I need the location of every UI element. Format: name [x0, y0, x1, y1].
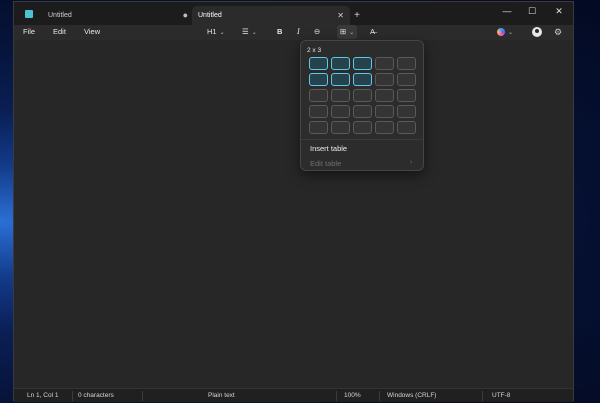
- table-grid-cell[interactable]: [375, 57, 394, 70]
- table-grid-cell[interactable]: [353, 121, 372, 134]
- text-format[interactable]: Plain text: [208, 389, 235, 402]
- table-grid-cell-selected[interactable]: [309, 57, 328, 70]
- settings-gear-icon[interactable]: ⚙: [554, 25, 562, 39]
- table-grid-cell-selected[interactable]: [309, 73, 328, 86]
- list-icon: ☰: [242, 27, 249, 36]
- list-dropdown[interactable]: ☰ ⌄: [242, 25, 257, 39]
- cursor-position: Ln 1, Col 1: [27, 392, 59, 399]
- insert-table-item[interactable]: Insert table: [310, 144, 347, 153]
- tab-label: Untitled: [198, 12, 222, 19]
- bold-button[interactable]: B: [277, 25, 282, 39]
- table-grid-cell[interactable]: [331, 89, 350, 102]
- account-icon[interactable]: [532, 27, 542, 37]
- character-count: 0 characters: [78, 392, 114, 399]
- heading-dropdown[interactable]: H1 ⌄: [207, 25, 225, 39]
- table-grid-cell[interactable]: [397, 57, 416, 70]
- tab-untitled-1[interactable]: Untitled ●: [38, 6, 188, 25]
- table-grid-cell[interactable]: [397, 89, 416, 102]
- status-separator: [379, 391, 380, 401]
- table-grid-cell[interactable]: [309, 105, 328, 118]
- close-window-button[interactable]: ✕: [549, 4, 569, 18]
- status-separator: [482, 391, 483, 401]
- link-icon[interactable]: ⊖: [314, 25, 320, 39]
- table-grid-cell[interactable]: [375, 105, 394, 118]
- notepad-window: Untitled ● Untitled ✕ + — ☐ ✕ File Edit …: [13, 1, 574, 402]
- text-editor-area[interactable]: [14, 40, 573, 388]
- italic-button[interactable]: I: [297, 25, 300, 39]
- status-separator: [72, 391, 73, 401]
- chevron-right-icon: ›: [410, 159, 413, 166]
- table-grid-cell[interactable]: [331, 105, 350, 118]
- table-size-grid: [307, 57, 419, 136]
- menu-view[interactable]: View: [84, 25, 100, 39]
- status-separator: [336, 391, 337, 401]
- minimize-button[interactable]: —: [497, 4, 517, 18]
- encoding[interactable]: UTF-8: [492, 389, 510, 402]
- clear-formatting-icon[interactable]: A̶: [370, 25, 375, 39]
- table-grid-cell[interactable]: [375, 73, 394, 86]
- table-grid-cell[interactable]: [375, 89, 394, 102]
- unsaved-dot-icon: ●: [182, 10, 188, 20]
- table-grid-cell[interactable]: [375, 121, 394, 134]
- chevron-down-icon: ⌄: [219, 30, 225, 36]
- table-dropdown[interactable]: ⊞ ⌄: [337, 25, 358, 39]
- table-grid-cell[interactable]: [397, 105, 416, 118]
- table-grid-cell[interactable]: [397, 73, 416, 86]
- table-grid-cell[interactable]: [309, 121, 328, 134]
- zoom-level[interactable]: 100%: [344, 389, 361, 402]
- line-ending[interactable]: Windows (CRLF): [387, 389, 436, 402]
- chevron-down-icon: ⌄: [508, 30, 514, 36]
- table-size-label: 2 x 3: [307, 47, 322, 54]
- close-tab-icon[interactable]: ✕: [337, 6, 344, 25]
- title-bar: Untitled ● Untitled ✕ + — ☐ ✕: [14, 2, 573, 25]
- table-grid-cell-selected[interactable]: [331, 73, 350, 86]
- tab-label: Untitled: [48, 12, 72, 19]
- table-grid-cell[interactable]: [353, 105, 372, 118]
- table-icon: ⊞: [340, 27, 347, 36]
- menu-edit[interactable]: Edit: [53, 25, 66, 39]
- table-grid-cell[interactable]: [331, 121, 350, 134]
- maximize-button[interactable]: ☐: [522, 4, 542, 18]
- copilot-dropdown[interactable]: ⌄: [497, 25, 513, 39]
- flyout-divider: [301, 139, 423, 140]
- tab-untitled-2[interactable]: Untitled ✕: [192, 6, 350, 25]
- table-grid-cell-selected[interactable]: [353, 57, 372, 70]
- desktop-background: Untitled ● Untitled ✕ + — ☐ ✕ File Edit …: [0, 0, 600, 403]
- table-grid-cell-selected[interactable]: [331, 57, 350, 70]
- new-tab-button[interactable]: +: [349, 8, 365, 24]
- chevron-down-icon: ⌄: [251, 30, 257, 36]
- table-grid-cell[interactable]: [353, 89, 372, 102]
- table-grid-cell-selected[interactable]: [353, 73, 372, 86]
- edit-table-item: Edit table: [310, 159, 342, 168]
- table-flyout: 2 x 3 Insert table Edit table ›: [300, 40, 424, 171]
- copilot-icon: [497, 28, 505, 37]
- status-bar: Ln 1, Col 1 0 characters Plain text 100%…: [14, 388, 573, 402]
- table-grid-cell[interactable]: [309, 89, 328, 102]
- table-grid-cell[interactable]: [397, 121, 416, 134]
- menu-and-toolbar: File Edit View H1 ⌄ ☰ ⌄ B I ⊖ ⊞ ⌄ A̶ ⌄ ⚙: [14, 25, 573, 40]
- notepad-app-icon: [25, 10, 33, 18]
- chevron-down-icon: ⌄: [349, 30, 355, 36]
- heading-label: H1: [207, 27, 217, 36]
- status-separator: [142, 391, 143, 401]
- menu-file[interactable]: File: [23, 25, 35, 39]
